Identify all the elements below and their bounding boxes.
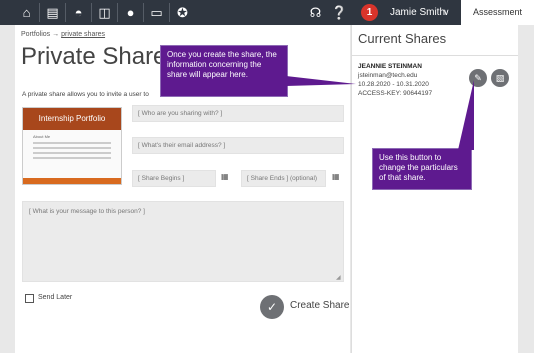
contact-card-icon[interactable]: ▤ [41,0,64,25]
people-icon[interactable]: ● [119,0,142,25]
thumbnail-line [33,157,111,159]
thumbnail-body: About Me [23,130,121,178]
notification-badge[interactable]: 1 [361,4,378,21]
share-ends-input[interactable]: [ Share Ends ] (optional) [241,170,326,187]
callout-top-pointer [286,76,356,86]
nav-divider [117,3,118,22]
intro-text: A private share allows you to invite a u… [22,91,149,98]
portfolio-thumbnail[interactable]: Internship Portfolio About Me [22,107,122,185]
breadcrumb-current[interactable]: private shares [61,31,105,38]
home-icon[interactable]: ⌂ [15,0,38,25]
nav-divider [65,3,66,22]
portfolio-icon[interactable]: ◓ [67,0,90,25]
thumbnail-title: Internship Portfolio [23,108,121,130]
calendar-icon[interactable]: ▦ [332,172,340,181]
callout-top: Once you create the share, the informati… [160,45,288,97]
page-margin [518,25,534,353]
thumbnail-line [33,147,111,149]
create-share-button[interactable]: Create Share [290,300,349,311]
nav-divider [143,3,144,22]
callout-bottom: Use this button to change the particular… [372,148,472,190]
share-recipient-email: jsteinman@tech.edu [358,72,418,79]
thumbnail-line [33,152,111,154]
send-later-label: Send Later [38,294,73,301]
share-recipient-name: JEANNIE STEINMAN [358,63,422,70]
badge-icon[interactable]: ✪ [171,0,194,25]
check-icon[interactable]: ✓ [260,295,284,319]
share-begins-input[interactable]: [ Share Begins ] [132,170,216,187]
current-shares-title: Current Shares [358,31,447,46]
nav-divider [39,3,40,22]
chevron-down-icon[interactable]: ∨ [443,0,450,25]
help-icon[interactable]: ❔ [328,0,351,25]
thumbnail-line [33,142,111,144]
nav-divider [91,3,92,22]
panel-divider [351,55,518,56]
breadcrumb: Portfolios → private shares [21,31,105,38]
email-field[interactable]: [ What's their email address? ] [132,137,344,154]
thumbnail-footer [23,178,121,184]
nav-divider [169,3,170,22]
calendar-icon[interactable]: ▦ [221,172,229,181]
share-with-input[interactable]: [ Who are you sharing with? ] [132,105,344,122]
tab-assessment[interactable]: Assessment [461,0,534,25]
user-menu-name[interactable]: Jamie Smith [390,0,445,25]
resize-handle-icon[interactable]: ◢ [336,274,341,281]
message-textarea[interactable]: [ What is your message to this person? ] [22,201,344,282]
headset-icon[interactable]: ☊ [304,0,327,25]
trash-icon[interactable]: ▧ [491,69,509,87]
breadcrumb-root[interactable]: Portfolios [21,31,50,38]
briefcase-icon[interactable]: ◫ [93,0,116,25]
breadcrumb-separator: → [52,31,60,38]
folder-icon[interactable]: ▭ [145,0,168,25]
page-title: Private Share [21,43,167,70]
thumbnail-subtitle: About Me [33,134,51,139]
send-later-checkbox[interactable] [25,294,34,303]
callout-bottom-pointer [458,80,474,150]
